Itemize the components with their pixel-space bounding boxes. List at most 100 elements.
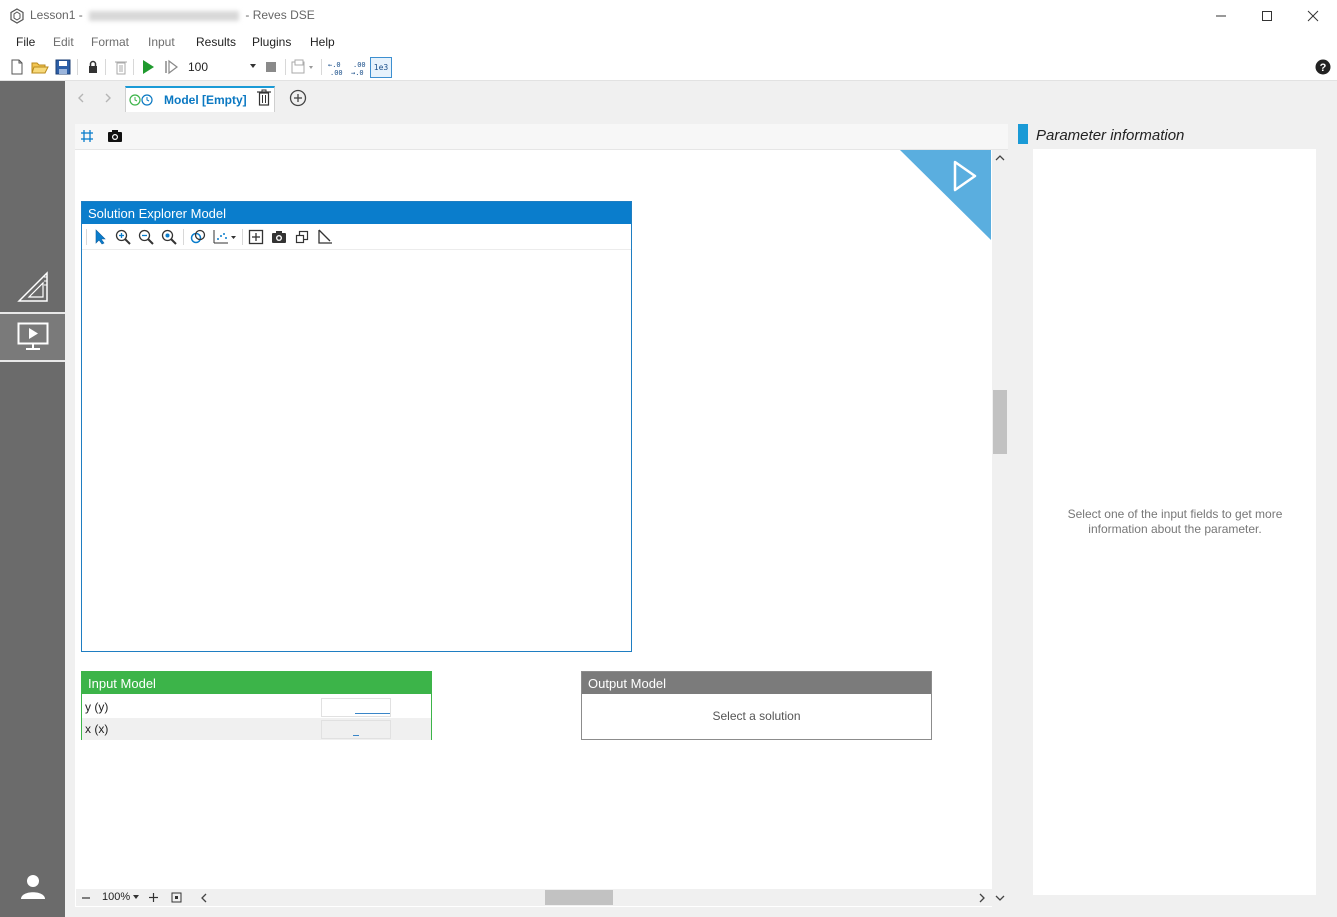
new-file-icon — [11, 59, 23, 75]
cursor-arrow-icon — [95, 229, 106, 245]
tab-model-label: Model [Empty] — [164, 93, 247, 107]
tab-model[interactable]: Model [Empty] — [125, 86, 275, 112]
user-icon — [20, 875, 45, 899]
input-label-x: x (x) — [85, 722, 109, 736]
menu-format[interactable]: Format — [91, 35, 129, 49]
minimize-button[interactable] — [1198, 0, 1244, 31]
tab-nav-back-button[interactable] — [72, 89, 90, 107]
menu-help[interactable]: Help — [310, 35, 335, 49]
select-tool-button[interactable] — [92, 229, 108, 245]
menu-input[interactable]: Input — [148, 35, 175, 49]
remove-decimal-button[interactable]: .00 →.0 — [348, 57, 370, 78]
new-file-button[interactable] — [8, 58, 26, 76]
input-field-y[interactable] — [321, 698, 391, 717]
zoom-fit-button[interactable] — [161, 229, 177, 245]
scatter-plot-icon — [213, 230, 236, 244]
clear-button[interactable] — [112, 58, 130, 76]
stop-button[interactable] — [262, 58, 280, 76]
left-sidebar — [0, 81, 65, 917]
run-button[interactable] — [139, 58, 157, 76]
svg-text:→.0: →.0 — [351, 69, 364, 76]
menu-file[interactable]: File — [16, 35, 35, 49]
scroll-down-icon — [995, 895, 1005, 901]
svg-text:?: ? — [1320, 62, 1327, 74]
lock-icon — [89, 60, 97, 73]
zoom-fit-icon — [161, 229, 177, 245]
plot-screenshot-button[interactable] — [271, 229, 287, 245]
input-row-y: y (y) — [82, 696, 431, 718]
horizontal-scroll-thumb[interactable] — [545, 890, 613, 905]
app-logo-icon — [10, 8, 24, 24]
step-icon — [165, 59, 178, 75]
axis-angle-icon — [318, 229, 332, 244]
chevron-down-icon[interactable] — [133, 895, 139, 900]
run-model-corner-button[interactable] — [900, 150, 991, 240]
scatter-options-button[interactable] — [212, 229, 238, 245]
output-model-message: Select a solution — [712, 709, 801, 723]
set-square-icon — [16, 271, 48, 302]
export-icon — [291, 59, 313, 74]
menu-bar: File Edit Format Input Results Plugins H… — [0, 31, 1337, 53]
input-model-title: Input Model — [82, 672, 431, 694]
menu-results[interactable]: Results — [196, 35, 236, 49]
camera-icon — [272, 231, 286, 243]
tab-nav-forward-button[interactable] — [99, 89, 117, 107]
solution-explorer-panel: Solution Explorer Model — [81, 201, 632, 652]
play-icon — [143, 60, 154, 74]
step-button[interactable] — [162, 58, 180, 76]
menu-plugins[interactable]: Plugins — [252, 35, 291, 49]
steps-combobox[interactable]: 100 — [185, 57, 259, 77]
axes-settings-button[interactable] — [317, 229, 333, 245]
close-button[interactable] — [1290, 0, 1336, 31]
maximize-icon — [1262, 10, 1272, 21]
link-series-button[interactable] — [190, 229, 206, 245]
trash-disabled-icon — [115, 61, 127, 75]
sidebar-item-explore[interactable] — [0, 312, 65, 362]
maximize-button[interactable] — [1244, 0, 1290, 31]
scientific-notation-button[interactable]: 1e3 — [370, 57, 392, 78]
plus-circle-icon — [289, 89, 307, 107]
solution-explorer-toolbar — [82, 224, 631, 250]
menu-edit[interactable]: Edit — [53, 35, 74, 49]
canvas-screenshot-button[interactable] — [106, 127, 124, 145]
zoom-minus-icon[interactable] — [81, 893, 91, 903]
grid-toggle-button[interactable] — [78, 127, 96, 145]
input-field-x[interactable] — [321, 720, 391, 739]
lock-button[interactable] — [84, 58, 102, 76]
canvas-vertical-scrollbar[interactable] — [992, 150, 1008, 907]
zoom-plus-icon[interactable] — [148, 892, 159, 903]
export-button[interactable] — [291, 58, 317, 76]
camera-icon — [108, 130, 122, 142]
copy-icon — [295, 230, 309, 244]
add-plot-button[interactable] — [248, 229, 264, 245]
sidebar-item-design[interactable] — [0, 262, 65, 312]
delete-tab-button[interactable] — [255, 89, 273, 107]
zoom-in-button[interactable] — [115, 229, 131, 245]
chevron-right-icon — [105, 93, 111, 103]
close-icon — [1307, 10, 1319, 21]
save-button[interactable] — [54, 58, 72, 76]
svg-text:.00: .00 — [353, 61, 366, 69]
canvas-horizontal-scrollbar[interactable] — [196, 889, 992, 906]
add-decimal-button[interactable]: ←.0.00 — [325, 57, 347, 78]
open-file-button[interactable] — [31, 58, 49, 76]
monitor-play-icon — [17, 322, 48, 350]
parameter-info-title: Parameter information — [1036, 127, 1185, 144]
svg-text:.00: .00 — [330, 69, 343, 76]
add-tab-button[interactable] — [289, 89, 307, 107]
remove-decimal-icon: .00→.0 — [351, 61, 366, 76]
fit-to-screen-icon[interactable] — [171, 892, 182, 903]
zoom-control-bar: 100% — [76, 889, 196, 906]
copy-plot-button[interactable] — [294, 229, 310, 245]
help-button[interactable]: ? — [1314, 58, 1332, 76]
parameter-info-message: Select one of the input fields to get mo… — [1067, 507, 1283, 536]
steps-value: 100 — [188, 60, 209, 74]
link-circles-icon — [190, 229, 206, 244]
chevron-down-icon — [250, 64, 256, 68]
save-icon — [55, 59, 71, 75]
sidebar-item-account[interactable] — [0, 861, 65, 911]
zoom-out-button[interactable] — [138, 229, 154, 245]
zoom-level[interactable]: 100% — [102, 891, 130, 903]
add-decimal-icon: ←.0.00 — [328, 61, 343, 76]
vertical-scroll-thumb[interactable] — [993, 390, 1007, 454]
